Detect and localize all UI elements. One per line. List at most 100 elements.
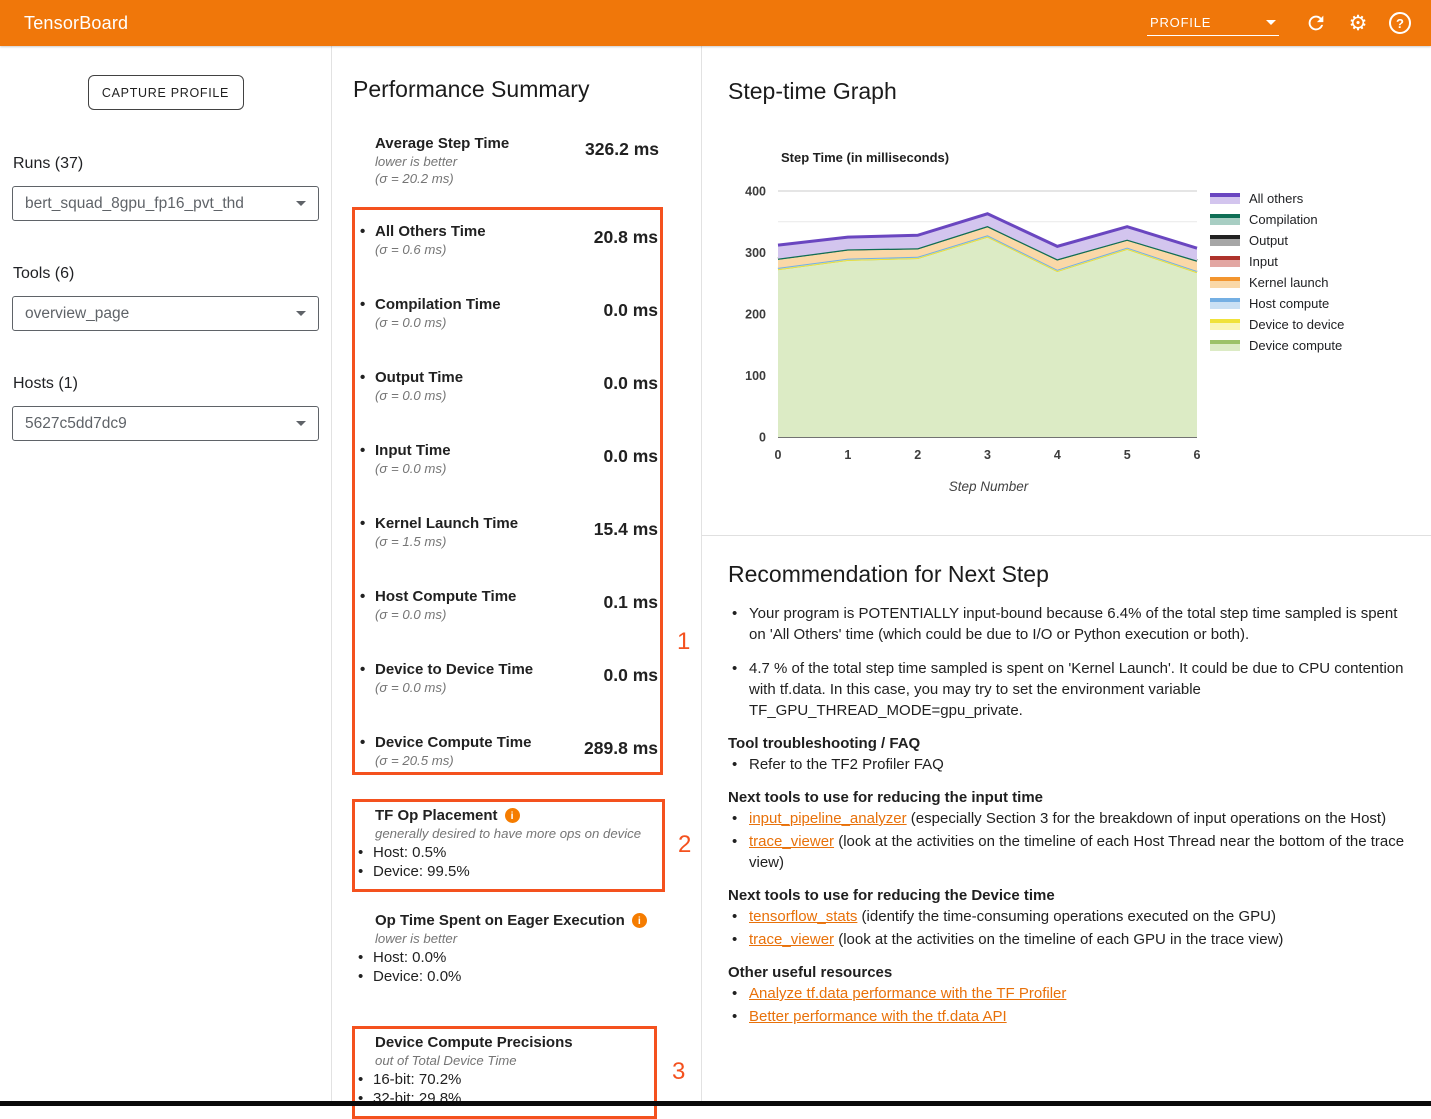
list-item: trace_viewer (look at the activities on … [728,831,1417,873]
legend-swatch [1210,256,1240,267]
dashboard-selector-value: PROFILE [1150,15,1211,30]
metric-label: Average Step Time [375,135,509,153]
tf-op-placement-title: TF Op Placement i [375,807,662,824]
metric-sigma: (σ = 20.5 ms) [375,752,531,769]
runs-label: Runs (37) [13,155,319,173]
hosts-select[interactable]: 5627c5dd7dc9 [12,406,319,441]
list-item: Host: 0.5% [355,843,662,862]
list-item: Device: 0.0% [355,967,675,986]
annotation-box-1: • All Others Time (σ = 0.6 ms) 20.8 ms •… [352,207,663,775]
step-time-chart: 01002003004000123456 [730,178,1210,498]
refresh-icon[interactable] [1303,10,1329,36]
tf-op-placement-list: Host: 0.5% Device: 99.5% [355,843,662,881]
gear-icon[interactable]: ⚙ [1345,10,1371,36]
metric-row: • Device Compute Time (σ = 20.5 ms) 289.… [360,734,658,769]
recommendation-subsection: Other useful resources Analyze tf.data p… [728,964,1421,1027]
metric-sigma: (σ = 0.0 ms) [375,460,451,477]
legend-swatch [1210,319,1240,330]
metric-value: 15.4 ms [594,519,658,588]
runs-select-value: bert_squad_8gpu_fp16_pvt_thd [25,195,244,213]
annotation-label-1: 1 [677,630,690,654]
metric-sigma: (σ = 0.0 ms) [375,314,501,331]
tools-select[interactable]: overview_page [12,296,319,331]
bullet: • [360,515,375,588]
legend-swatch [1210,340,1240,351]
metric-sigma: (σ = 0.0 ms) [375,606,516,623]
eager-title: Op Time Spent on Eager Execution i [375,912,675,929]
tf-op-placement-note: generally desired to have more ops on de… [375,825,662,842]
hosts-select-value: 5627c5dd7dc9 [25,415,127,433]
bottom-edge-bar [0,1101,1431,1106]
legend-swatch [1210,235,1240,246]
step-time-graph-title: Step-time Graph [728,78,897,105]
list-item: Device: 99.5% [355,862,662,881]
chevron-down-icon [296,421,306,426]
legend-label: Host compute [1249,296,1329,311]
metric-label: Compilation Time [375,296,501,314]
annotation-label-3: 3 [672,1060,685,1084]
metric-label: Input Time [375,442,451,460]
metric-row: • Output Time (σ = 0.0 ms) 0.0 ms [360,369,658,442]
subsection-heading: Next tools to use for reducing the Devic… [728,887,1421,904]
svg-text:2: 2 [914,448,921,462]
metric-label: Host Compute Time [375,588,516,606]
list-item: Host: 0.0% [355,948,675,967]
chart-legend: All othersCompilationOutputInputKernel l… [1210,188,1344,356]
metric-row: • All Others Time (σ = 0.6 ms) 20.8 ms [360,223,658,296]
recommendation-bullet: 4.7 % of the total step time sampled is … [728,658,1417,721]
legend-label: Input [1249,254,1278,269]
tools-group: Tools (6) overview_page [12,265,319,331]
precisions-title: Device Compute Precisions [375,1034,654,1051]
legend-swatch [1210,298,1240,309]
info-icon[interactable]: i [632,913,647,928]
list-item: trace_viewer (look at the activities on … [728,929,1417,950]
tensorflow-stats-link[interactable]: tensorflow_stats [749,908,857,925]
bullet: • [360,588,375,661]
metric-label: All Others Time [375,223,486,241]
legend-swatch [1210,193,1240,204]
legend-item: Compilation [1210,209,1344,230]
metric-value: 0.0 ms [604,446,658,515]
trace-viewer-link[interactable]: trace_viewer [749,833,834,850]
info-icon[interactable]: i [505,808,520,823]
input-pipeline-analyzer-link[interactable]: input_pipeline_analyzer [749,810,907,827]
annotation-label-2: 2 [678,833,691,857]
legend-label: Compilation [1249,212,1318,227]
bullet: • [360,296,375,369]
svg-text:200: 200 [745,308,766,322]
eager-note: lower is better [375,930,675,947]
tfdata-profiler-link[interactable]: Analyze tf.data performance with the TF … [749,985,1066,1002]
help-icon[interactable]: ? [1387,10,1413,36]
performance-summary-panel: Performance Summary Average Step Time lo… [331,46,701,1106]
runs-group: Runs (37) bert_squad_8gpu_fp16_pvt_thd [12,155,319,221]
bullet: • [360,661,375,734]
list-item: Analyze tf.data performance with the TF … [728,983,1417,1004]
chevron-down-icon [296,311,306,316]
bullet: • [360,442,375,515]
eager-execution-block: Op Time Spent on Eager Execution i lower… [355,912,675,986]
chart-x-axis-label: Step Number [881,479,1096,494]
svg-text:6: 6 [1194,448,1201,462]
legend-item: Host compute [1210,293,1344,314]
metric-note: lower is better [375,153,509,170]
hosts-label: Hosts (1) [13,375,319,393]
tfdata-api-link[interactable]: Better performance with the tf.data API [749,1008,1007,1025]
legend-label: Device compute [1249,338,1342,353]
runs-select[interactable]: bert_squad_8gpu_fp16_pvt_thd [12,186,319,221]
metric-sigma: (σ = 20.2 ms) [375,170,509,187]
trace-viewer-link[interactable]: trace_viewer [749,931,834,948]
legend-label: Output [1249,233,1288,248]
list-item: Better performance with the tf.data API [728,1006,1417,1027]
list-item: Refer to the TF2 Profiler FAQ [728,754,1417,775]
svg-text:0: 0 [759,431,766,445]
capture-profile-button[interactable]: CAPTURE PROFILE [88,75,244,110]
legend-item: Device compute [1210,335,1344,356]
header-actions: PROFILE ⚙ ? [1147,10,1421,36]
svg-text:4: 4 [1054,448,1061,462]
list-item: 16-bit: 70.2% [355,1070,654,1089]
performance-summary-title: Performance Summary [353,76,589,103]
svg-text:1: 1 [844,448,851,462]
svg-text:0: 0 [775,448,782,462]
step-time-panel: Step-time Graph Step Time (in millisecon… [701,46,1431,1106]
dashboard-selector[interactable]: PROFILE [1147,10,1279,36]
